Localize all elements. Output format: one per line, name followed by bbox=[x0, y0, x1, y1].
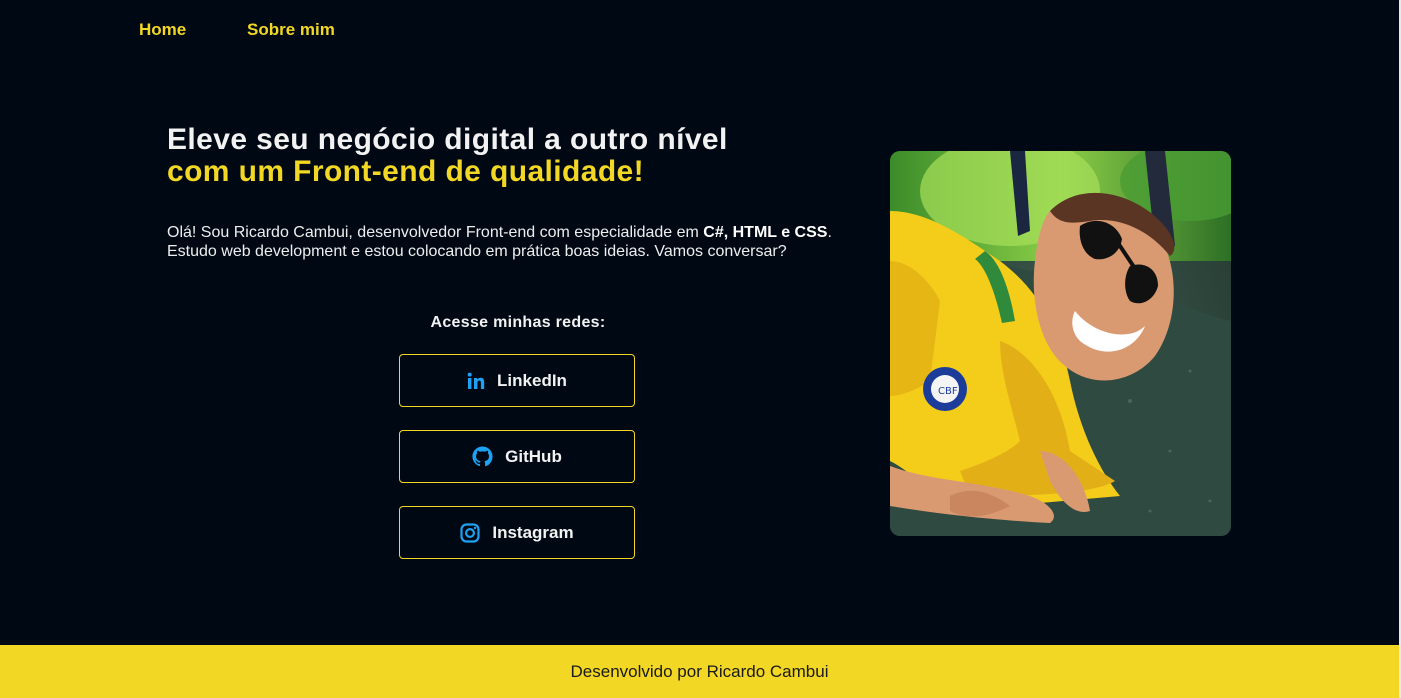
instagram-label: Instagram bbox=[492, 522, 574, 542]
nav-about-link[interactable]: Sobre mim bbox=[247, 20, 335, 40]
linkedin-label: LinkedIn bbox=[497, 370, 567, 390]
hero-headline: Eleve seu negócio digital a outro nível … bbox=[167, 124, 728, 188]
github-button[interactable]: GitHub bbox=[399, 430, 635, 483]
github-label: GitHub bbox=[505, 446, 562, 466]
profile-photo: CBF bbox=[890, 151, 1231, 536]
linkedin-icon bbox=[467, 372, 485, 390]
footer: Desenvolvido por Ricardo Cambui bbox=[0, 645, 1399, 698]
linkedin-button[interactable]: LinkedIn bbox=[399, 354, 635, 407]
intro-paragraph: Olá! Sou Ricardo Cambui, desenvolvedor F… bbox=[167, 223, 847, 261]
nav-home-link[interactable]: Home bbox=[139, 20, 186, 40]
instagram-icon bbox=[460, 522, 480, 543]
headline-line-2: com um Front-end de qualidade! bbox=[167, 155, 645, 188]
intro-skills: C#, HTML e CSS bbox=[703, 224, 828, 241]
networks-title: Acesse minhas redes: bbox=[430, 314, 606, 331]
footer-text: Desenvolvido por Ricardo Cambui bbox=[570, 661, 829, 681]
headline-line-1: Eleve seu negócio digital a outro nível bbox=[167, 123, 728, 156]
github-icon bbox=[472, 446, 493, 467]
svg-text:CBF: CBF bbox=[938, 386, 958, 397]
instagram-button[interactable]: Instagram bbox=[399, 506, 635, 559]
intro-text-start: Olá! Sou Ricardo Cambui, desenvolvedor F… bbox=[167, 224, 704, 241]
